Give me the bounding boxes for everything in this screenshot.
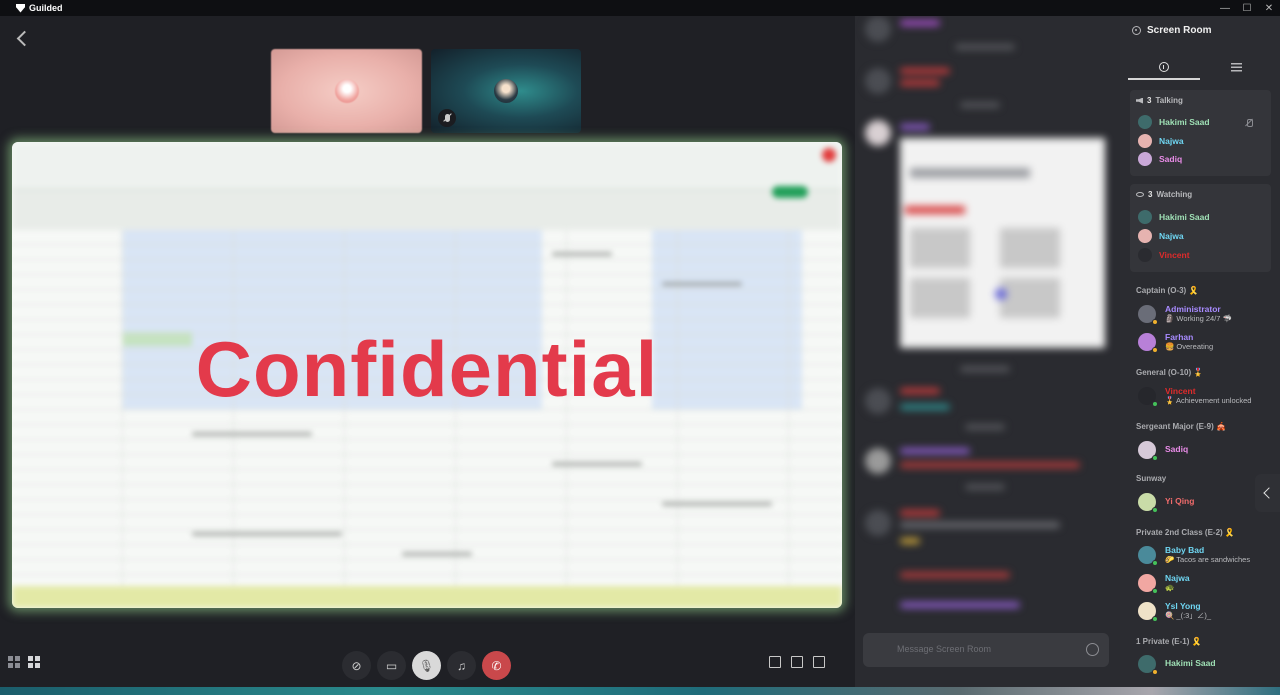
role-header: Sunway [1136, 474, 1167, 483]
avatar [1138, 229, 1152, 243]
app-name: Guilded [29, 3, 63, 13]
avatar [1138, 387, 1158, 407]
collapse-panel-chevron-icon[interactable] [1255, 474, 1280, 512]
talking-member[interactable]: Sadiq [1138, 152, 1182, 166]
watching-member[interactable]: Vincent [1138, 248, 1190, 262]
maximize-button[interactable]: ☐ [1236, 0, 1258, 16]
panel-header: Screen Room [1132, 25, 1211, 36]
avatar [1138, 574, 1158, 594]
camera-off-button[interactable]: ▭ [377, 651, 406, 680]
member-item[interactable]: Najwa 🐢 [1138, 573, 1190, 594]
role-header: General (O-10) 🎖️ [1136, 368, 1204, 377]
role-header: Private 2nd Class (E-2) 🎗️ [1136, 528, 1235, 537]
avatar [334, 79, 359, 103]
panel-tabs [1128, 54, 1272, 80]
watching-member[interactable]: Najwa [1138, 229, 1184, 243]
muted-icon [1245, 119, 1253, 127]
tab-info[interactable] [1128, 54, 1200, 80]
confidential-watermark: Confidential [195, 325, 659, 413]
watching-member[interactable]: Hakimi Saad [1138, 210, 1210, 224]
member-item[interactable]: Administrator 🗿 Working 24/7 🦈 [1138, 304, 1232, 325]
talking-member[interactable]: Hakimi Saad [1138, 115, 1210, 129]
grid-layout-icon[interactable] [8, 656, 20, 668]
screen-share-view[interactable]: Confidential [12, 142, 842, 608]
member-item[interactable]: Baby Bad 🌮 Tacos are sandwiches [1138, 545, 1250, 566]
back-arrow-icon[interactable] [14, 30, 32, 48]
app-logo: Guilded [16, 3, 63, 13]
role-header: Sergeant Major (E-9) 🎪 [1136, 422, 1226, 431]
blurred-chat-messages [855, 16, 1120, 687]
headphones-button[interactable]: ♫ [447, 651, 476, 680]
chat-message-input[interactable]: Message Screen Room [863, 633, 1109, 667]
emoji-icon[interactable] [1086, 643, 1099, 656]
stop-screenshare-button[interactable]: ⊘ [342, 651, 371, 680]
member-item[interactable]: Vincent 🎖️ Achievement unlocked [1138, 386, 1251, 407]
watching-section: 3 Watching Hakimi Saad Najwa Vincent [1130, 184, 1271, 272]
avatar [494, 79, 518, 103]
talking-member[interactable]: Najwa [1138, 134, 1184, 148]
focus-layout-icon[interactable] [28, 656, 40, 668]
talking-header: 3 Talking [1136, 96, 1183, 105]
info-icon [1159, 62, 1169, 72]
call-buttons: ⊘ ▭ 🎙 ♫ ✆ [342, 651, 511, 680]
avatar [1138, 115, 1152, 129]
member-item[interactable]: Yi Qing [1138, 492, 1194, 513]
title-bar: Guilded — ☐ ✕ [0, 0, 1280, 16]
list-icon [1230, 62, 1242, 72]
avatar [1138, 152, 1152, 166]
desktop-wallpaper-strip [0, 687, 1280, 695]
window-controls: — ☐ ✕ [1214, 0, 1280, 16]
member-item[interactable]: Sadiq [1138, 440, 1188, 461]
layout-switcher [8, 656, 40, 668]
minimize-button[interactable]: — [1214, 0, 1236, 16]
muted-mic-icon [438, 109, 456, 127]
avatar [1138, 655, 1158, 675]
voice-channel-icon [1132, 26, 1141, 35]
mute-mic-button[interactable]: 🎙 [412, 651, 441, 680]
call-controls: ⊘ ▭ 🎙 ♫ ✆ [0, 649, 855, 681]
fullscreen-icon[interactable] [813, 656, 825, 668]
avatar [1138, 305, 1158, 325]
avatar [1138, 602, 1158, 622]
voice-room-panel: Screen Room 3 Talking Hakimi Saad Najwa S… [1120, 16, 1280, 687]
role-header: 1 Private (E-1) 🎗️ [1136, 637, 1202, 646]
chat-pane: Message Screen Room [855, 16, 1120, 687]
avatar [1138, 493, 1158, 513]
avatar [1138, 134, 1152, 148]
tab-members[interactable] [1200, 54, 1272, 80]
room-title: Screen Room [1147, 25, 1212, 36]
eye-icon [1136, 192, 1144, 197]
participant-thumbnail[interactable] [271, 49, 422, 133]
avatar [1138, 333, 1158, 353]
avatar [1138, 248, 1152, 262]
view-controls [769, 656, 825, 668]
role-header: Captain (O-3) 🎗️ [1136, 286, 1199, 295]
watching-header: 3 Watching [1136, 190, 1192, 199]
speaker-icon [1136, 97, 1143, 104]
member-item[interactable]: Ysl Yong 🍭 _(:3」∠)_ [1138, 601, 1211, 622]
avatar [1138, 210, 1152, 224]
talking-section: 3 Talking Hakimi Saad Najwa Sadiq [1130, 90, 1271, 176]
participant-thumbnail[interactable] [431, 49, 581, 133]
guilded-logo-icon [16, 3, 25, 13]
stream-stage: Confidential ⊘ ▭ 🎙 ♫ ✆ [0, 16, 855, 695]
avatar [1138, 441, 1158, 461]
close-button[interactable]: ✕ [1258, 0, 1280, 16]
sidebar-toggle-icon[interactable] [791, 656, 803, 668]
end-call-button[interactable]: ✆ [482, 651, 511, 680]
popout-icon[interactable] [769, 656, 781, 668]
member-item[interactable]: Hakimi Saad [1138, 654, 1216, 675]
chat-input-placeholder: Message Screen Room [897, 644, 992, 654]
avatar [1138, 546, 1158, 566]
member-item[interactable]: Farhan 🍔 Overeating [1138, 332, 1213, 353]
